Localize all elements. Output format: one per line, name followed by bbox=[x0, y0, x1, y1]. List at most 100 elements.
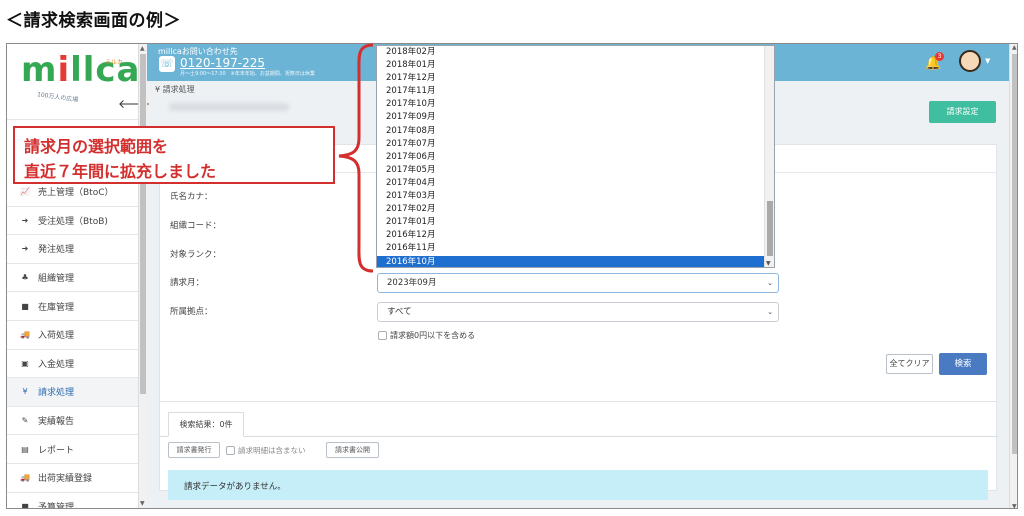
chevron-down-icon[interactable]: ▼ bbox=[985, 57, 990, 65]
sidebar-item[interactable]: ▣ 入金処理 bbox=[7, 350, 147, 379]
label-name-kana: 氏名カナ： bbox=[170, 192, 213, 202]
scroll-down-icon[interactable]: ▼ bbox=[766, 260, 771, 267]
publish-invoice-button[interactable]: 請求書公開 bbox=[326, 442, 379, 458]
label-org-code: 組織コード： bbox=[170, 221, 222, 231]
main-scrollbar[interactable]: ▲ ▼ bbox=[1009, 44, 1017, 508]
sidebar-item-icon: ■ bbox=[21, 501, 29, 509]
dropdown-option[interactable]: 2017年10月 bbox=[377, 98, 774, 111]
base-select[interactable]: すべて ⌄ bbox=[377, 302, 779, 322]
dropdown-scrollbar[interactable]: ▼ bbox=[764, 46, 774, 267]
dropdown-option[interactable]: 2017年01月 bbox=[377, 216, 774, 229]
dropdown-option[interactable]: 2017年07月 bbox=[377, 138, 774, 151]
dropdown-option[interactable]: 2018年01月 bbox=[377, 59, 774, 72]
chevron-down-icon: ⌄ bbox=[767, 308, 773, 316]
avatar[interactable] bbox=[959, 50, 981, 72]
sidebar-menu: 📈 売上管理（BtoC） ➜ 受注処理（BtoB) ➜ 発注処理 ♣ 組織管理 ■ 在庫管理 🚚 入荷… bbox=[7, 178, 147, 509]
callout-line-2: 直近７年間に拡充しました bbox=[24, 162, 217, 181]
results-card: 検索結果：0件 請求書発行 請求明細は含まない 請求書公開 請求データがありませ… bbox=[159, 401, 998, 500]
phone-icon: ☏ bbox=[159, 56, 175, 72]
zero-amount-label: 請求額0円以下を含める bbox=[390, 331, 476, 340]
sidebar-item-icon: ▣ bbox=[21, 358, 29, 368]
sidebar-item-icon: ¥ bbox=[22, 387, 28, 397]
sidebar-item-icon: 🚚 bbox=[20, 330, 30, 340]
clear-all-button[interactable]: 全てクリア bbox=[886, 354, 933, 374]
sidebar-item-label: 入金処理 bbox=[38, 359, 75, 370]
sidebar-item-label: 予算管理 bbox=[38, 502, 75, 509]
exclude-details-row[interactable]: 請求明細は含まない bbox=[226, 445, 306, 456]
dropdown-option[interactable]: 2017年12月 bbox=[377, 72, 774, 85]
sidebar-item[interactable]: ➜ 受注処理（BtoB) bbox=[7, 207, 147, 236]
sidebar-item-label: 出荷実績登録 bbox=[38, 474, 93, 485]
document-heading: ＜請求検索画面の例＞ bbox=[6, 11, 181, 31]
label-billing-month: 請求月： bbox=[170, 278, 205, 288]
sidebar-scrollbar[interactable]: ▲ ▼ bbox=[138, 44, 147, 508]
sidebar-item-label: レポート bbox=[38, 445, 75, 456]
base-value: すべて bbox=[387, 307, 412, 317]
sidebar-item-label: 売上管理（BtoC） bbox=[38, 188, 114, 199]
sidebar-item-icon: 🚚 bbox=[20, 473, 30, 483]
scrollbar-thumb[interactable] bbox=[1012, 54, 1017, 454]
scroll-up-icon[interactable]: ▲ bbox=[140, 45, 145, 52]
dropdown-option[interactable]: 2017年04月 bbox=[377, 177, 774, 190]
sidebar-item[interactable]: ➜ 発注処理 bbox=[7, 235, 147, 264]
label-target-rank: 対象ランク： bbox=[170, 250, 222, 260]
sidebar-item[interactable]: ■ 予算管理 bbox=[7, 493, 147, 509]
dropdown-option[interactable]: 2017年06月 bbox=[377, 151, 774, 164]
dropdown-option[interactable]: 2017年03月 bbox=[377, 190, 774, 203]
search-button[interactable]: 検索 bbox=[939, 353, 987, 375]
exclude-details-checkbox[interactable] bbox=[226, 446, 235, 455]
dropdown-option[interactable]: 2016年10月 bbox=[377, 255, 774, 267]
scrollbar-thumb[interactable] bbox=[140, 54, 146, 394]
sidebar-item-icon: ➜ bbox=[21, 244, 29, 254]
sidebar: millca ミルカ 100万人の広場 🡐 📈 売上管理（BtoC） ➜ 受注処理（B… bbox=[7, 44, 150, 509]
billing-settings-button[interactable]: 請求設定 bbox=[929, 101, 996, 123]
dropdown-option[interactable]: 2016年11月 bbox=[377, 242, 774, 255]
sidebar-item-icon: ▤ bbox=[21, 444, 29, 454]
issue-invoice-button[interactable]: 請求書発行 bbox=[168, 442, 220, 458]
sidebar-item[interactable]: ▤ レポート bbox=[7, 435, 147, 464]
sidebar-item-label: 発注処理 bbox=[38, 245, 75, 256]
sidebar-item-icon: ➜ bbox=[21, 215, 29, 225]
annotation-callout: 請求月の選択範囲を 直近７年間に拡充しました bbox=[13, 126, 335, 184]
sidebar-item[interactable]: 🚚 出荷実績登録 bbox=[7, 464, 147, 493]
sidebar-item-icon: 📈 bbox=[20, 187, 30, 197]
sidebar-item-icon: ✎ bbox=[21, 416, 29, 426]
scroll-down-icon[interactable]: ▼ bbox=[1012, 503, 1017, 508]
dropdown-option[interactable]: 2017年09月 bbox=[377, 111, 774, 124]
billing-month-dropdown-list[interactable]: 2018年02月 2018年01月 2017年12月 2017年11月 2017年10月… bbox=[376, 45, 775, 268]
billing-month-value: 2023年09月 bbox=[387, 278, 437, 288]
scrollbar-thumb[interactable] bbox=[767, 201, 773, 256]
phone-number-link[interactable]: 0120-197-225 bbox=[180, 56, 265, 70]
callout-line-1: 請求月の選択範囲を bbox=[24, 137, 169, 156]
billing-month-select[interactable]: 2023年09月 ⌄ bbox=[377, 273, 779, 293]
logo-kana: ミルカ bbox=[105, 59, 123, 66]
sidebar-item-label: 在庫管理 bbox=[38, 302, 75, 313]
scroll-up-icon[interactable]: ▲ bbox=[1012, 44, 1017, 51]
dropdown-option[interactable]: 2017年05月 bbox=[377, 164, 774, 177]
label-base: 所属拠点： bbox=[170, 307, 213, 317]
blurred-breadcrumb bbox=[169, 103, 289, 111]
dropdown-option[interactable]: 2017年08月 bbox=[377, 125, 774, 138]
sidebar-item[interactable]: ♣ 組織管理 bbox=[7, 264, 147, 293]
sidebar-item[interactable]: ■ 在庫管理 bbox=[7, 292, 147, 321]
logo: millca ミルカ 100万人の広場 🡐 bbox=[7, 44, 150, 120]
zero-amount-checkbox[interactable] bbox=[378, 331, 387, 340]
dropdown-option[interactable]: 2017年02月 bbox=[377, 203, 774, 216]
tab-divider bbox=[160, 436, 998, 437]
zero-amount-checkbox-row[interactable]: 請求額0円以下を含める bbox=[378, 330, 475, 341]
scroll-down-icon[interactable]: ▼ bbox=[140, 500, 145, 507]
dropdown-options: 2018年02月 2018年01月 2017年12月 2017年11月 2017年10月… bbox=[377, 46, 774, 267]
sidebar-item[interactable]: ¥ 請求処理 bbox=[7, 378, 147, 407]
sidebar-item-label: 組織管理 bbox=[38, 274, 75, 285]
sidebar-item-label: 請求処理 bbox=[38, 388, 75, 399]
exclude-details-label: 請求明細は含まない bbox=[238, 446, 306, 455]
dropdown-option[interactable]: 2018年02月 bbox=[377, 46, 774, 59]
sidebar-item[interactable]: 🚚 入荷処理 bbox=[7, 321, 147, 350]
logo-tagline: 100万人の広場 bbox=[36, 91, 79, 104]
dropdown-option[interactable]: 2017年11月 bbox=[377, 85, 774, 98]
dropdown-option[interactable]: 2016年12月 bbox=[377, 229, 774, 242]
tab-search-results[interactable]: 検索結果：0件 bbox=[168, 412, 244, 437]
logo-wordmark: millca bbox=[21, 50, 141, 90]
sidebar-item[interactable]: ✎ 実績報告 bbox=[7, 407, 147, 436]
no-data-message: 請求データがありません。 bbox=[168, 470, 988, 500]
